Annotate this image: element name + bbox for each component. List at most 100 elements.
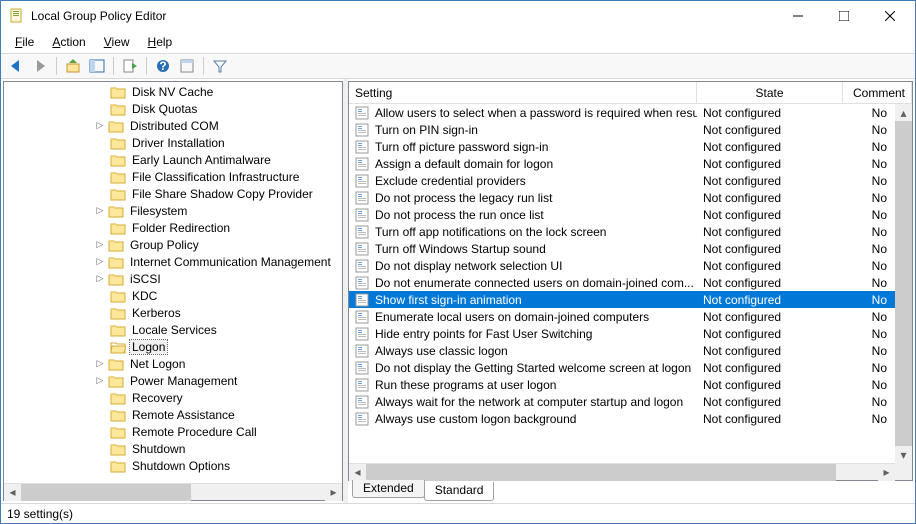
col-state[interactable]: State [697,82,843,103]
show-hide-tree-button[interactable] [86,55,108,77]
setting-row[interactable]: Enumerate local users on domain-joined c… [349,308,912,325]
properties-button[interactable] [176,55,198,77]
policy-icon [355,327,371,341]
setting-row[interactable]: Do not display the Getting Started welco… [349,359,912,376]
tree-node[interactable]: Remote Assistance [4,406,342,423]
setting-row[interactable]: Do not display network selection UINot c… [349,257,912,274]
scroll-right-icon[interactable]: ▸ [878,464,895,481]
list-hscrollbar[interactable]: ◂ ▸ [349,463,895,480]
col-comment[interactable]: Comment [843,82,912,103]
setting-row[interactable]: Do not enumerate connected users on doma… [349,274,912,291]
tree-node[interactable]: ▷ iSCSI [4,270,342,287]
policy-icon [355,276,371,290]
scroll-left-icon[interactable]: ◂ [4,484,21,501]
tree-hscrollbar[interactable]: ◂ ▸ [4,483,342,500]
setting-row[interactable]: Turn off app notifications on the lock s… [349,223,912,240]
close-button[interactable] [867,1,913,31]
tree-node[interactable]: Folder Redirection [4,219,342,236]
tree-node[interactable]: Disk NV Cache [4,83,342,100]
scroll-thumb[interactable] [366,464,836,481]
tree-node[interactable]: ▷Internet Communication Management [4,253,342,270]
folder-icon [110,221,126,235]
tree-node[interactable]: ▷Power Management [4,372,342,389]
expand-icon[interactable]: ▷ [94,120,106,132]
maximize-button[interactable] [821,1,867,31]
setting-row[interactable]: Turn off Windows Startup soundNot config… [349,240,912,257]
expand-icon[interactable]: ▷ [94,239,106,251]
tree-label: iSCSI [128,272,163,286]
expand-icon[interactable]: ▷ [94,273,106,285]
tree-label: Shutdown [130,442,187,456]
tree-node[interactable]: Logon [4,338,342,355]
setting-comment: No [843,259,893,273]
setting-row[interactable]: Turn off picture password sign-inNot con… [349,138,912,155]
view-tabs: Extended Standard [348,481,913,501]
tree-node[interactable]: Driver Installation [4,134,342,151]
menu-help[interactable]: Help [140,33,181,51]
setting-row[interactable]: Hide entry points for Fast User Switchin… [349,325,912,342]
setting-row[interactable]: Assign a default domain for logonNot con… [349,155,912,172]
tree-node[interactable]: KDC [4,287,342,304]
setting-row[interactable]: Always wait for the network at computer … [349,393,912,410]
tree-node[interactable]: Shutdown Options [4,457,342,474]
tree-node[interactable]: ▷Distributed COM [4,117,342,134]
expand-icon[interactable]: ▷ [94,256,106,268]
tree-node[interactable]: Kerberos [4,304,342,321]
forward-button[interactable] [29,55,51,77]
setting-row[interactable]: Run these programs at user logonNot conf… [349,376,912,393]
policy-icon [355,259,371,273]
tree-node[interactable]: Early Launch Antimalware [4,151,342,168]
back-button[interactable] [5,55,27,77]
tree-node[interactable]: Disk Quotas [4,100,342,117]
tab-extended[interactable]: Extended [352,480,425,498]
expand-icon[interactable]: ▷ [94,375,106,387]
setting-comment: No [843,293,893,307]
tab-standard[interactable]: Standard [424,482,495,501]
setting-row[interactable]: Do not process the legacy run listNot co… [349,189,912,206]
col-setting[interactable]: Setting [349,82,697,103]
tree-node[interactable]: ▷Filesystem [4,202,342,219]
folder-icon [110,340,126,354]
menu-action[interactable]: Action [44,33,93,51]
setting-name: Show first sign-in animation [375,293,522,307]
policy-icon [355,395,371,409]
scroll-thumb[interactable] [21,484,191,501]
scroll-up-icon[interactable]: ▴ [895,104,912,121]
setting-state: Not configured [697,140,843,154]
scroll-thumb[interactable] [895,121,912,446]
tree-node[interactable]: Recovery [4,389,342,406]
tree-node[interactable]: ▷Net Logon [4,355,342,372]
export-list-button[interactable] [119,55,141,77]
setting-row[interactable]: Always use custom logon backgroundNot co… [349,410,912,427]
policy-icon [355,412,371,426]
setting-row[interactable]: Allow users to select when a password is… [349,104,912,121]
setting-comment: No [843,395,893,409]
expand-icon[interactable]: ▷ [94,205,106,217]
tree-node[interactable]: Remote Procedure Call [4,423,342,440]
scroll-down-icon[interactable]: ▾ [895,446,912,463]
scroll-right-icon[interactable]: ▸ [325,484,342,501]
setting-row[interactable]: Show first sign-in animationNot configur… [349,291,912,308]
setting-row[interactable]: Exclude credential providersNot configur… [349,172,912,189]
separator [113,57,114,75]
menu-view[interactable]: View [96,33,138,51]
tree-node[interactable]: File Share Shadow Copy Provider [4,185,342,202]
minimize-button[interactable] [775,1,821,31]
setting-row[interactable]: Do not process the run once listNot conf… [349,206,912,223]
setting-row[interactable]: Always use classic logonNot configuredNo [349,342,912,359]
scroll-left-icon[interactable]: ◂ [349,464,366,481]
tree-node[interactable]: File Classification Infrastructure [4,168,342,185]
list-vscrollbar[interactable]: ▴ ▾ [895,104,912,463]
expand-icon[interactable]: ▷ [94,358,106,370]
tree-node[interactable]: Shutdown [4,440,342,457]
setting-row[interactable]: Turn on PIN sign-inNot configuredNo [349,121,912,138]
list-rows[interactable]: Allow users to select when a password is… [349,104,912,480]
tree-node[interactable]: ▷Group Policy [4,236,342,253]
up-button[interactable] [62,55,84,77]
filter-button[interactable] [209,55,231,77]
folder-tree[interactable]: Disk NV CacheDisk Quotas▷Distributed COM… [4,82,342,483]
menu-file[interactable]: File [7,33,42,51]
help-button[interactable]: ? [152,55,174,77]
tree-node[interactable]: Locale Services [4,321,342,338]
setting-name: Do not process the legacy run list [375,191,552,205]
